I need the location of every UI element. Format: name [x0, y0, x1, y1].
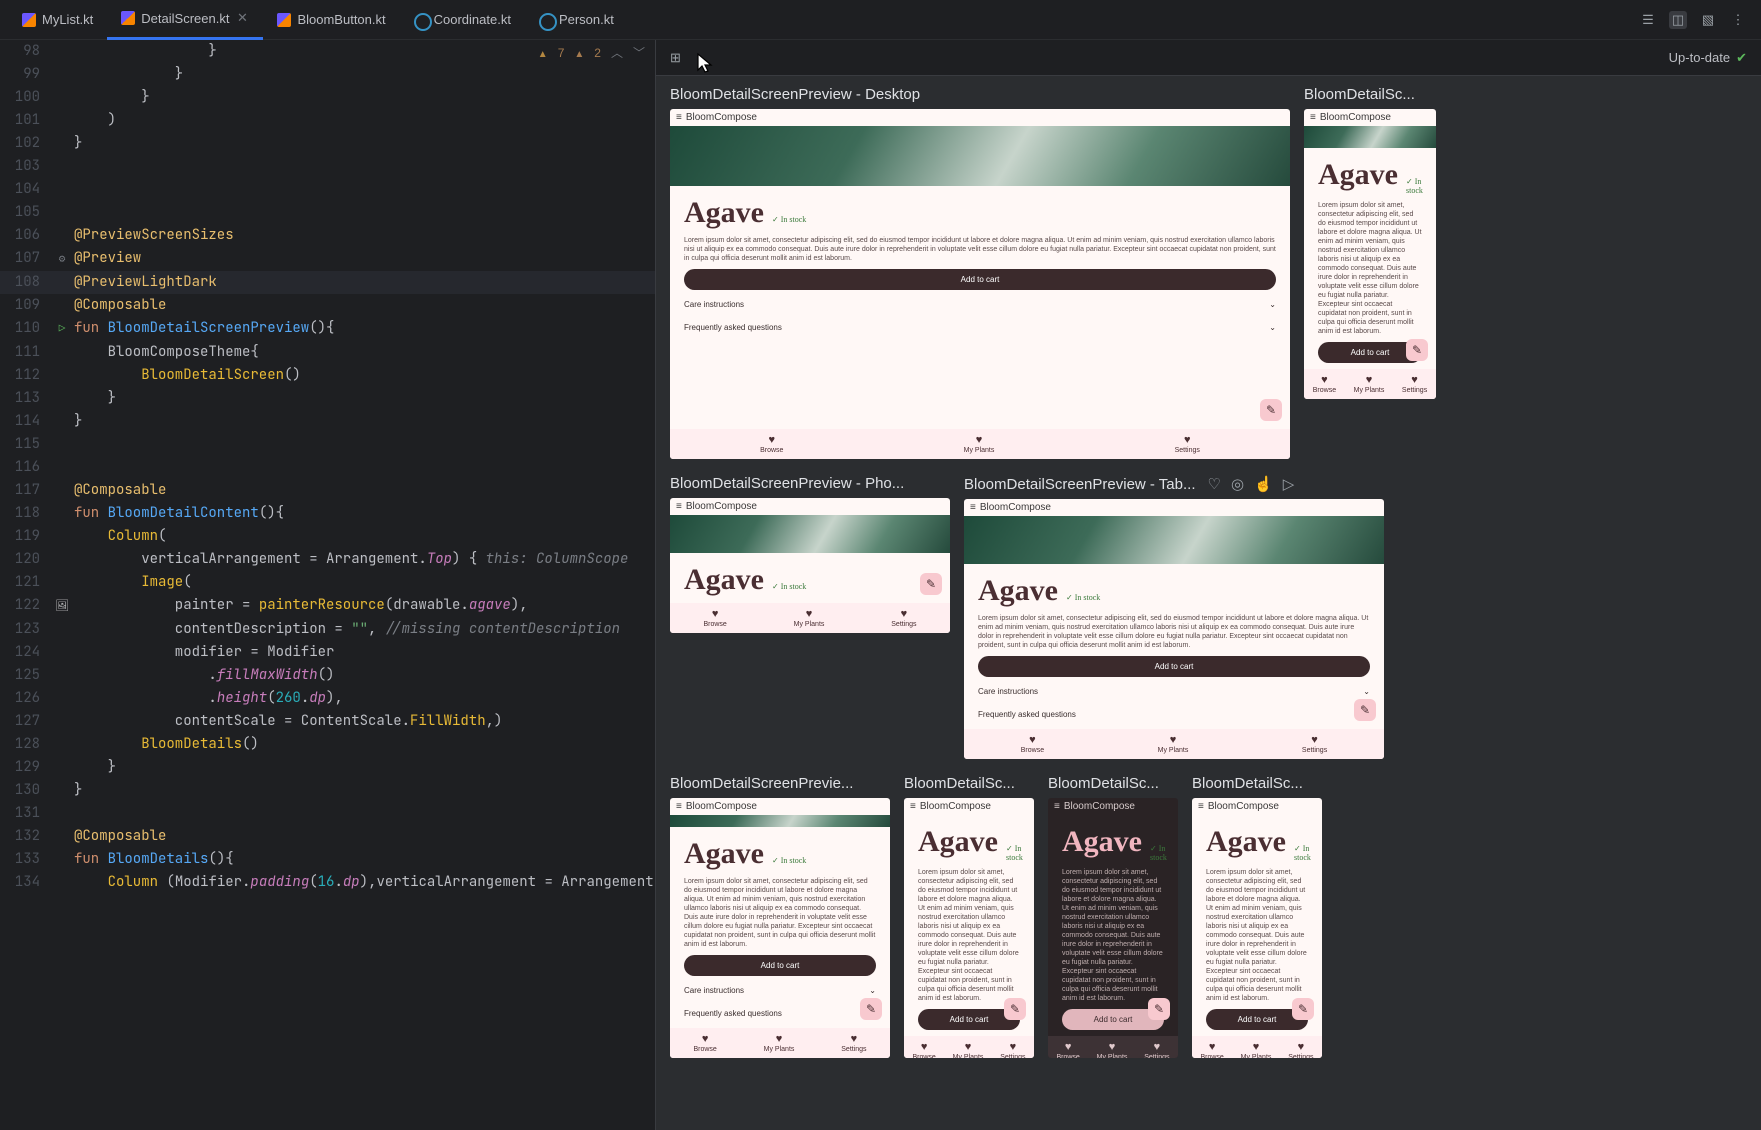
- editor-view-actions: ☰ ◫ ▧ ⋮: [1639, 11, 1761, 29]
- animation-icon: ♡: [1208, 475, 1221, 493]
- preview-device[interactable]: BloomComposeAgaveIn stockBrowseMy Plants…: [670, 498, 950, 633]
- preview-device[interactable]: BloomComposeAgaveIn stockLorem ipsum dol…: [1048, 798, 1178, 1058]
- preview-device[interactable]: BloomComposeAgaveIn stockLorem ipsum dol…: [670, 798, 890, 1058]
- kotlin-class-icon: [414, 13, 428, 27]
- weak-warning-icon: [538, 46, 548, 60]
- list-view-icon[interactable]: ☰: [1639, 11, 1657, 29]
- interactive-icon: ☝: [1254, 475, 1273, 493]
- warning-icon: [574, 46, 584, 60]
- kotlin-file-icon: [277, 13, 291, 27]
- split-view-icon[interactable]: ◫: [1669, 11, 1687, 29]
- preview-device[interactable]: BloomComposeAgaveIn stockLorem ipsum dol…: [904, 798, 1034, 1058]
- tab-detailscreen[interactable]: DetailScreen.kt✕: [107, 0, 263, 40]
- chevron-down-icon[interactable]: ﹀: [633, 44, 645, 61]
- tab-bloombutton[interactable]: BloomButton.kt: [263, 0, 399, 40]
- ui-check-icon: ◎: [1231, 475, 1244, 493]
- deploy-icon: ▷: [1283, 475, 1295, 493]
- close-icon[interactable]: ✕: [235, 11, 249, 25]
- inspection-widget[interactable]: 7 2 ︿ ﹀: [538, 44, 645, 61]
- compose-preview-panel: ⊞ Up-to-date ✔ BloomDetailScreenPreview …: [655, 40, 1761, 1130]
- tab-coordinate[interactable]: Coordinate.kt: [400, 0, 525, 40]
- preview-canvas[interactable]: BloomDetailScreenPreview - DesktopBloomC…: [656, 76, 1761, 1130]
- design-view-icon[interactable]: ▧: [1699, 11, 1717, 29]
- preview-device[interactable]: BloomComposeAgaveIn stockLorem ipsum dol…: [964, 499, 1384, 759]
- preview-surface-icon[interactable]: ⊞: [670, 50, 681, 66]
- preview-device[interactable]: BloomComposeAgaveIn stockLorem ipsum dol…: [1304, 109, 1436, 399]
- preview-device[interactable]: BloomComposeAgaveIn stockLorem ipsum dol…: [670, 109, 1290, 459]
- kotlin-file-icon: [121, 11, 135, 25]
- chevron-up-icon[interactable]: ︿: [611, 44, 623, 61]
- code-editor[interactable]: 7 2 ︿ ﹀ 98 }99 }100 }101 )102}1031041051…: [0, 40, 655, 1130]
- kotlin-file-icon: [22, 13, 36, 27]
- preview-status: Up-to-date ✔: [1669, 50, 1747, 66]
- kotlin-class-icon: [539, 13, 553, 27]
- preview-toolbar: ⊞ Up-to-date ✔: [656, 40, 1761, 76]
- tab-person[interactable]: Person.kt: [525, 0, 628, 40]
- editor-tabs: MyList.kt DetailScreen.kt✕ BloomButton.k…: [0, 0, 1761, 40]
- code-area[interactable]: 98 }99 }100 }101 )102}103104105106@Previ…: [0, 40, 655, 1130]
- more-actions-icon[interactable]: ⋮: [1729, 11, 1747, 29]
- tab-mylist[interactable]: MyList.kt: [8, 0, 107, 40]
- check-icon: ✔: [1736, 50, 1747, 66]
- preview-device[interactable]: BloomComposeAgaveIn stockLorem ipsum dol…: [1192, 798, 1322, 1058]
